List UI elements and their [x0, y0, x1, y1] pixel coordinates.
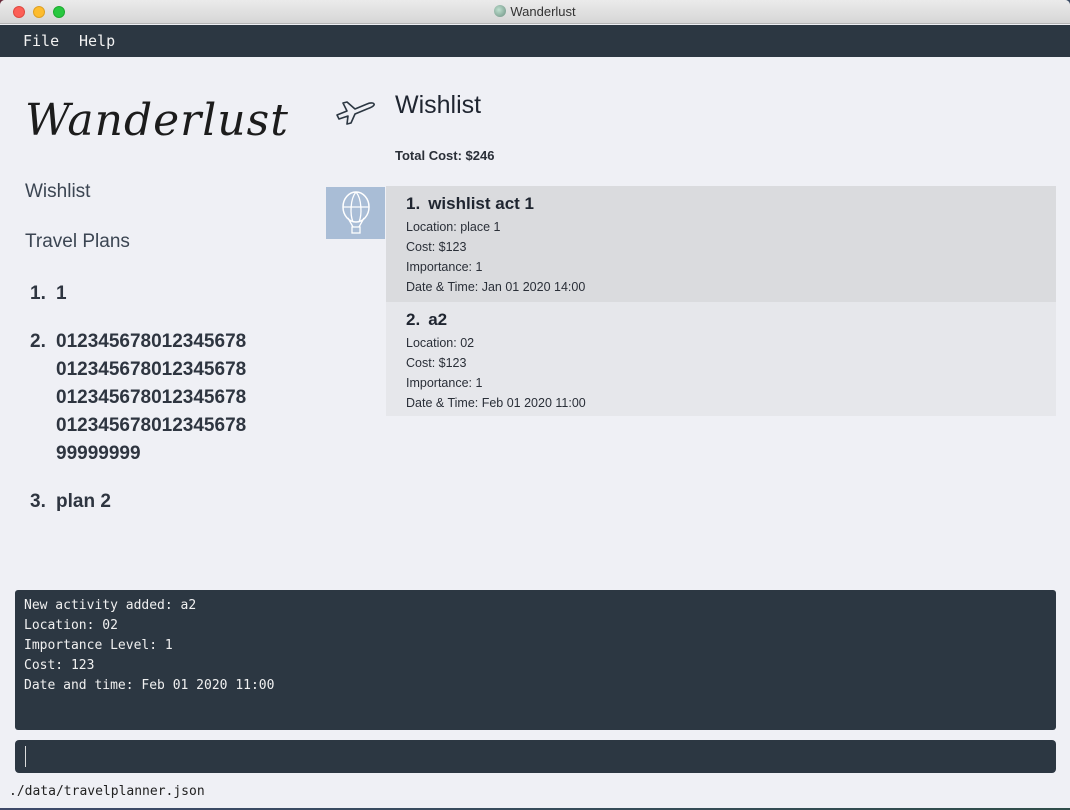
nav-travel-plans[interactable]: Travel Plans [25, 231, 130, 253]
total-cost: Total Cost: $246 [395, 148, 495, 163]
activity-title: 1. wishlist act 1 [406, 194, 1036, 214]
activity-name: wishlist act 1 [428, 194, 535, 213]
activity-datetime: Date & Time: Jan 01 2020 14:00 [406, 280, 586, 294]
travel-plan-item[interactable]: 2. 0123456780123456780123456780123456780… [30, 328, 300, 468]
activity-name: a2 [428, 310, 448, 329]
activity-title: 2. a2 [406, 310, 1036, 330]
window-title-container: Wanderlust [0, 4, 1070, 19]
plan-number: 2. [30, 331, 46, 352]
airplane-icon [336, 101, 375, 125]
activity-number: 2. [406, 310, 421, 329]
activity-cost: Cost: $123 [406, 356, 467, 370]
activity-card-selected[interactable]: 1. wishlist act 1 Location: place 1 Cost:… [386, 186, 1056, 302]
plan-name: 1 [56, 283, 67, 304]
main-panel: Wishlist Total Cost: $246 1. wishlist act… [325, 57, 1065, 587]
travel-plan-item[interactable]: 1. 1 [30, 280, 300, 308]
command-input[interactable] [15, 740, 1056, 773]
app-logo: Wanderlust [25, 95, 289, 146]
result-line: Date and time: Feb 01 2020 11:00 [24, 678, 275, 693]
nav-wishlist[interactable]: Wishlist [25, 181, 90, 203]
activity-card[interactable]: 2. a2 Location: 02 Cost: $123 Importance:… [386, 302, 1056, 416]
plan-number: 1. [30, 283, 46, 304]
menu-bar: File Help [0, 25, 1070, 57]
activity-location: Location: place 1 [406, 220, 501, 234]
travel-plan-item[interactable]: 3. plan 2 [30, 488, 300, 516]
hot-air-balloon-icon [342, 191, 370, 234]
activity-cost: Cost: $123 [406, 240, 467, 254]
activity-number: 1. [406, 194, 421, 213]
plan-name: 0123456780123456780123456780123456780123… [56, 331, 247, 464]
title-bar: Wanderlust [0, 0, 1070, 24]
result-line: New activity added: a2 [24, 598, 197, 613]
activity-importance: Importance: 1 [406, 260, 483, 274]
travel-plan-list: 1. 1 2. 01234567801234567801234567801234… [30, 280, 300, 536]
activity-importance: Importance: 1 [406, 376, 483, 390]
menu-help[interactable]: Help [79, 32, 115, 50]
plan-name: plan 2 [56, 491, 111, 512]
app-globe-icon [494, 5, 507, 17]
activity-datetime: Date & Time: Feb 01 2020 11:00 [406, 396, 586, 410]
app-window: Wanderlust File Help Wanderlust Wishlist… [0, 0, 1070, 808]
activity-type-badge [326, 187, 385, 239]
page-title: Wishlist [395, 91, 482, 119]
result-line: Location: 02 [24, 618, 118, 633]
window-title: Wanderlust [510, 4, 576, 19]
sidebar: Wanderlust Wishlist Travel Plans 1. 1 2.… [0, 57, 310, 587]
menu-file[interactable]: File [23, 32, 59, 50]
result-display[interactable]: New activity added: a2 Location: 02 Impo… [15, 590, 1056, 730]
result-line: Cost: 123 [24, 658, 95, 673]
text-cursor [25, 746, 26, 767]
result-line: Importance Level: 1 [24, 638, 173, 653]
status-bar-path: ./data/travelplanner.json [9, 784, 205, 799]
plan-number: 3. [30, 491, 46, 512]
activity-location: Location: 02 [406, 336, 475, 350]
